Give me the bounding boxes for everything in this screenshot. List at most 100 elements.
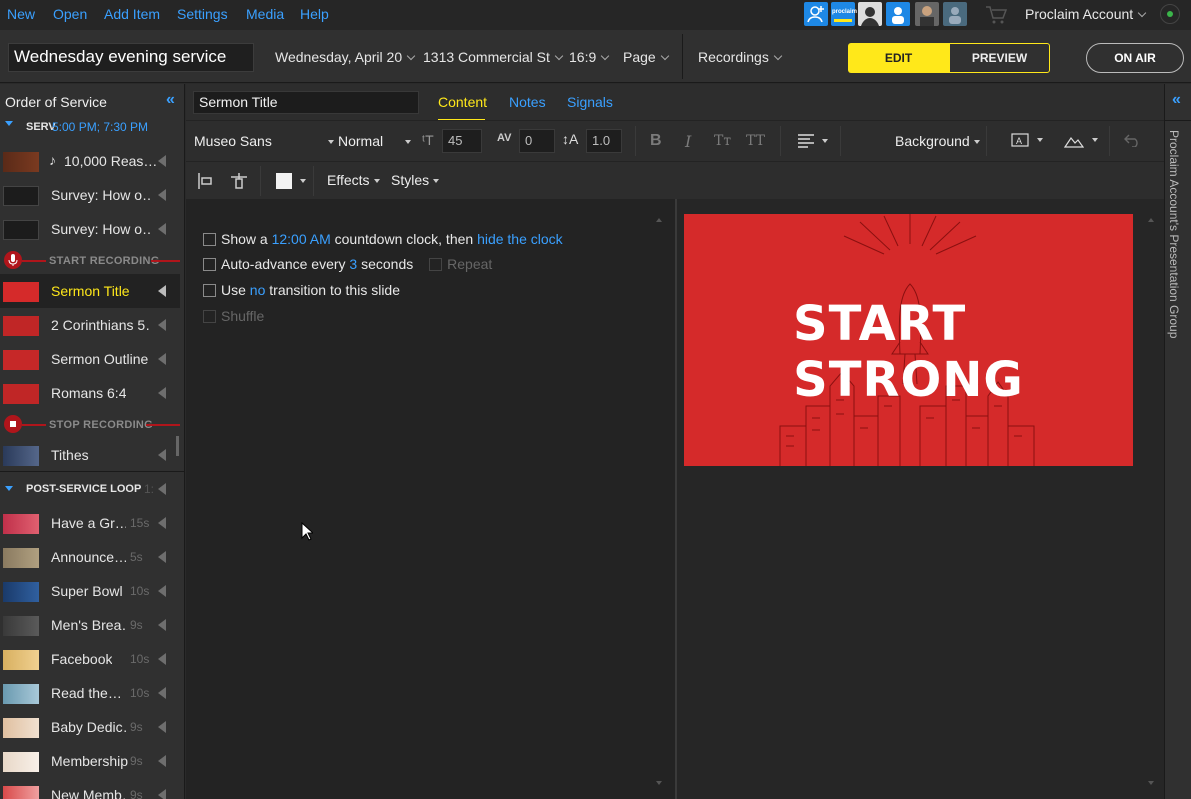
option-text: Auto-advance every (221, 256, 346, 272)
countdown-checkbox[interactable] (203, 233, 216, 246)
speaker-icon (158, 517, 166, 529)
list-item[interactable]: Facebook 10s (0, 642, 180, 676)
letter-spacing-input[interactable]: 0 (519, 129, 555, 153)
account-menu[interactable]: Proclaim Account (1025, 6, 1147, 22)
list-item[interactable]: Read the… 10s (0, 676, 180, 710)
sidebar-header: Order of Service « (0, 84, 184, 120)
align-horizontal-icon[interactable] (197, 173, 213, 192)
line-height-input[interactable]: 1.0 (586, 129, 622, 153)
avatar-2[interactable] (886, 2, 910, 26)
align-vertical-icon[interactable] (231, 173, 247, 192)
slide-text-left: START (793, 296, 967, 352)
expand-panel-icon[interactable]: « (1172, 91, 1181, 109)
undo-icon[interactable] (1124, 133, 1142, 150)
add-user-icon[interactable] (804, 2, 828, 26)
font-family-dropdown[interactable]: Museo Sans (194, 133, 334, 149)
color-dropdown[interactable] (276, 173, 306, 192)
section-header-service[interactable]: SERV 5:00 PM; 7:30 PM (0, 120, 180, 136)
list-item[interactable]: Have a Gr… 15s (0, 506, 180, 540)
text-box-dropdown[interactable]: A (1011, 133, 1043, 150)
item-label: Romans 6:4 (51, 385, 127, 401)
cart-icon[interactable] (985, 5, 1008, 28)
service-title-input[interactable]: Wednesday evening service (8, 43, 254, 72)
aspect-dropdown[interactable]: 16:9 (569, 49, 610, 65)
background-dropdown[interactable]: Background (895, 133, 980, 149)
list-item[interactable]: Announce… 5s (0, 540, 180, 574)
proclaim-badge-icon[interactable]: proclaim (831, 2, 857, 26)
edit-mode-button[interactable]: EDIT (848, 43, 949, 73)
location-label: 1313 Commercial St (423, 49, 550, 65)
list-item-selected[interactable]: Sermon Title (0, 274, 180, 308)
menu-settings[interactable]: Settings (177, 6, 228, 22)
font-weight-dropdown[interactable]: Normal (338, 133, 412, 149)
caret-down-icon (821, 139, 828, 143)
list-item[interactable]: Super Bowl 10s (0, 574, 180, 608)
list-item[interactable]: Membership 9s (0, 744, 180, 778)
scroll-up-icon[interactable] (1148, 218, 1154, 222)
hide-clock-link[interactable]: hide the clock (477, 231, 563, 247)
location-dropdown[interactable]: 1313 Commercial St (423, 49, 564, 65)
page-dropdown[interactable]: Page (623, 49, 669, 65)
styles-dropdown[interactable]: Styles (391, 172, 440, 188)
list-item[interactable]: Men's Brea… 9s (0, 608, 180, 642)
effects-dropdown[interactable]: Effects (327, 172, 380, 188)
shuffle-checkbox[interactable] (203, 310, 216, 323)
auto-advance-seconds-link[interactable]: 3 (349, 256, 357, 272)
image-dropdown[interactable] (1063, 132, 1098, 151)
list-item[interactable]: Survey: How o… (0, 178, 180, 212)
music-note-icon: ♪ (49, 152, 56, 168)
avatar-1[interactable] (858, 2, 882, 26)
section-header-post-service-loop[interactable]: POST-SERVICE LOOP 1: (0, 482, 180, 498)
list-item[interactable]: Romans 6:4 (0, 376, 180, 410)
list-item[interactable]: Sermon Outline (0, 342, 180, 376)
item-title-input[interactable]: Sermon Title (193, 91, 419, 114)
transition-option: Use no transition to this slide (203, 282, 400, 298)
all-caps-icon[interactable]: TT (746, 133, 765, 149)
list-item[interactable]: ♪ 10,000 Reas… (0, 144, 180, 178)
list-item[interactable]: Tithes (0, 438, 180, 472)
speaker-icon (158, 353, 166, 365)
recordings-dropdown[interactable]: Recordings (698, 49, 783, 65)
transition-checkbox[interactable] (203, 284, 216, 297)
list-item[interactable]: Baby Dedic… 9s (0, 710, 180, 744)
italic-icon[interactable]: I (685, 132, 691, 151)
countdown-time-link[interactable]: 12:00 AM (272, 231, 331, 247)
font-size-input[interactable]: 45 (442, 129, 482, 153)
sidebar-scrollbar[interactable] (176, 436, 179, 456)
avatar-3[interactable] (915, 2, 939, 26)
shuffle-label: Shuffle (221, 308, 265, 324)
tab-notes[interactable]: Notes (509, 94, 546, 110)
list-item[interactable]: New Memb… 9s (0, 778, 180, 799)
menu-add-item[interactable]: Add Item (104, 6, 160, 22)
list-item[interactable]: Survey: How o… (0, 212, 180, 246)
preview-mode-button[interactable]: PREVIEW (949, 43, 1050, 73)
scroll-down-icon[interactable] (1148, 781, 1154, 785)
transition-link[interactable]: no (250, 282, 266, 298)
auto-advance-checkbox[interactable] (203, 258, 216, 271)
align-dropdown[interactable] (798, 134, 828, 151)
tab-content[interactable]: Content (438, 94, 487, 110)
date-dropdown[interactable]: Wednesday, April 20 (275, 49, 416, 65)
scroll-down-icon[interactable] (656, 781, 662, 785)
menu-open[interactable]: Open (53, 6, 87, 22)
slide-preview[interactable]: START STRONG (684, 214, 1133, 466)
tab-signals[interactable]: Signals (567, 94, 613, 110)
scroll-up-icon[interactable] (656, 218, 662, 222)
menu-bar: New Open Add Item Settings Media Help pr… (0, 0, 1191, 30)
repeat-checkbox[interactable] (429, 258, 443, 271)
sidebar-title: Order of Service (5, 94, 107, 110)
collapse-sidebar-icon[interactable]: « (166, 91, 175, 109)
list-item[interactable]: 2 Corinthians 5… (0, 308, 180, 342)
item-label: Tithes (51, 447, 89, 463)
menu-help[interactable]: Help (300, 6, 329, 22)
on-air-button[interactable]: ON AIR (1086, 43, 1184, 73)
menu-new[interactable]: New (7, 6, 35, 22)
item-label: 2 Corinthians 5… (51, 317, 151, 333)
start-recording-marker[interactable]: START RECORDING (0, 246, 180, 276)
bold-icon[interactable]: B (650, 132, 662, 150)
small-caps-icon[interactable]: Tт (714, 133, 731, 149)
menu-media[interactable]: Media (246, 6, 284, 22)
presentation-group-panel[interactable]: « Proclaim Account's Presentation Group (1164, 84, 1191, 799)
stop-recording-marker[interactable]: STOP RECORDING (0, 410, 180, 440)
avatar-4[interactable] (943, 2, 967, 26)
